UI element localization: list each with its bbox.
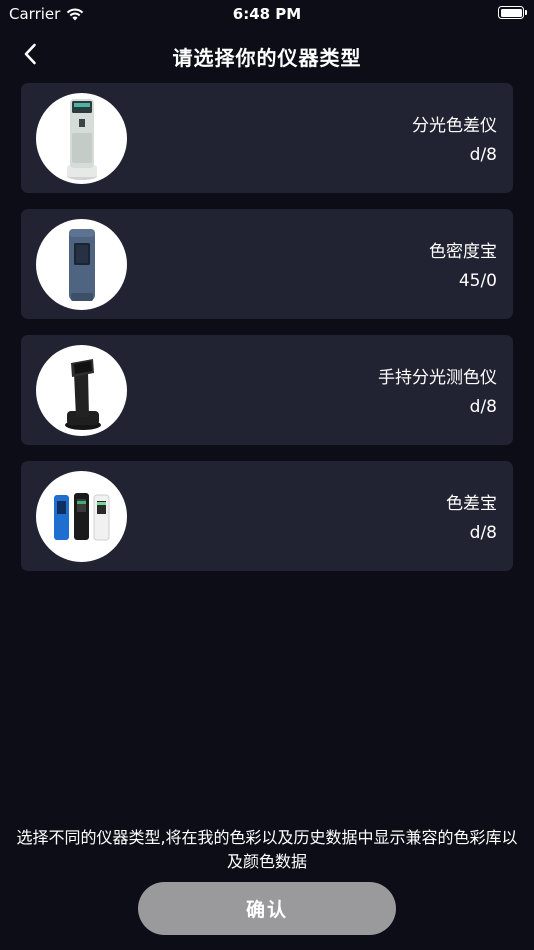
benchtop-spectrophotometer-image xyxy=(67,99,97,180)
instrument-geometry: d/8 xyxy=(469,397,497,417)
instrument-geometry: 45/0 xyxy=(458,271,497,291)
instrument-image xyxy=(36,93,127,184)
instrument-image xyxy=(36,219,127,310)
battery-level xyxy=(500,8,522,17)
instrument-name: 色差宝 xyxy=(446,494,497,514)
status-bar: Carrier 6:48 PM xyxy=(0,0,534,28)
instrument-name: 分光色差仪 xyxy=(412,116,497,136)
page-title: 请选择你的仪器类型 xyxy=(172,46,362,70)
instrument-image xyxy=(36,471,127,562)
instrument-list: 分光色差仪 d/8 色密度宝 45/0 手持分光测色仪 d/8 色差宝 d/8 xyxy=(21,83,513,587)
instrument-card[interactable]: 分光色差仪 d/8 xyxy=(21,83,513,193)
instrument-card[interactable]: 手持分光测色仪 d/8 xyxy=(21,335,513,445)
three-colorimeters-image xyxy=(54,493,110,541)
navigation-bar: 请选择你的仪器类型 xyxy=(0,34,534,74)
instrument-name: 手持分光测色仪 xyxy=(378,368,497,388)
handheld-black-spectrophotometer-image xyxy=(65,359,101,430)
instrument-card[interactable]: 色密度宝 45/0 xyxy=(21,209,513,319)
instrument-image xyxy=(36,345,127,436)
compatibility-hint: 选择不同的仪器类型,将在我的色彩以及历史数据中显示兼容的色彩库以及颜色数据 xyxy=(16,828,518,871)
confirm-button[interactable]: 确认 xyxy=(138,882,396,935)
status-time: 6:48 PM xyxy=(232,5,302,23)
blue-densitometer-image xyxy=(69,229,95,301)
instrument-card[interactable]: 色差宝 d/8 xyxy=(21,461,513,571)
battery-icon xyxy=(498,6,527,19)
instrument-geometry: d/8 xyxy=(469,523,497,543)
instrument-name: 色密度宝 xyxy=(429,242,497,262)
instrument-geometry: d/8 xyxy=(469,145,497,165)
